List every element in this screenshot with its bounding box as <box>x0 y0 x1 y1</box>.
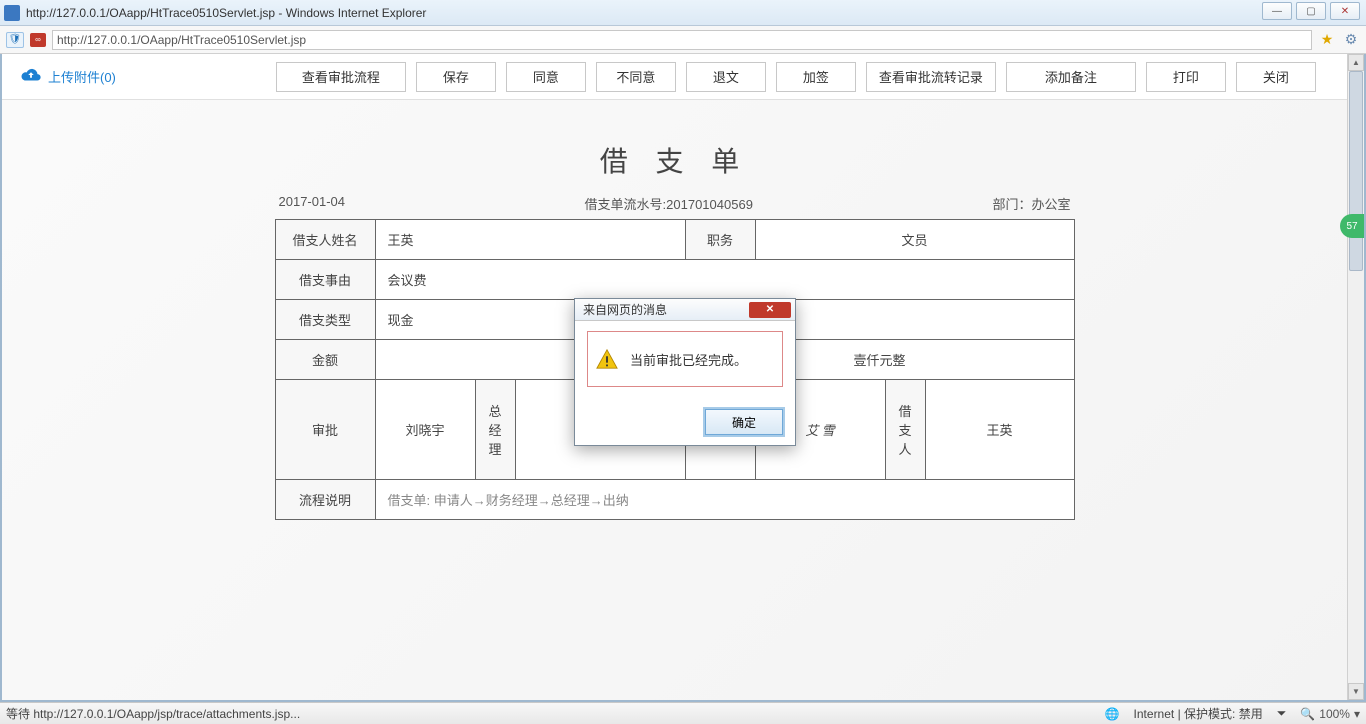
approve-label: 审批 <box>275 380 375 480</box>
reason-label: 借支事由 <box>275 260 375 300</box>
tools-icon[interactable]: ⚙ <box>1342 32 1360 48</box>
add-remark-button[interactable]: 添加备注 <box>1006 62 1136 92</box>
form-meta-row: 2017-01-04 借支单流水号:201701040569 部门：办公室 <box>275 194 1075 213</box>
post-label: 职务 <box>685 220 755 260</box>
name-value: 王英 <box>375 220 685 260</box>
approve-title-1: 总经理 <box>475 380 515 480</box>
cosign-button[interactable]: 加签 <box>776 62 856 92</box>
vertical-scrollbar[interactable]: ▲ ▼ <box>1347 54 1364 700</box>
close-button[interactable]: 关闭 <box>1236 62 1316 92</box>
print-button[interactable]: 打印 <box>1146 62 1226 92</box>
ie-icon <box>4 5 20 21</box>
borrower-value: 王英 <box>925 380 1074 480</box>
flow-label: 流程说明 <box>275 480 375 520</box>
window-titlebar: http://127.0.0.1/OAapp/HtTrace0510Servle… <box>0 0 1366 26</box>
side-notification-badge[interactable]: 57 <box>1340 214 1364 238</box>
disagree-button[interactable]: 不同意 <box>596 62 676 92</box>
form-serial: 借支单流水号:201701040569 <box>345 194 992 213</box>
address-bar: 🛡 ∞ http://127.0.0.1/OAapp/HtTrace0510Se… <box>0 26 1366 54</box>
window-close-button[interactable]: ✕ <box>1330 2 1360 20</box>
amount-label: 金额 <box>275 340 375 380</box>
protected-mode-toggle-icon[interactable]: ⏷ <box>1277 706 1287 721</box>
borrower-label: 借支人 <box>885 380 925 480</box>
alert-message: 当前审批已经完成。 <box>630 350 747 369</box>
window-controls: — ▢ ✕ <box>1262 2 1360 20</box>
save-button[interactable]: 保存 <box>416 62 496 92</box>
cloud-upload-icon <box>20 67 42 86</box>
scroll-track[interactable] <box>1348 71 1364 683</box>
warning-icon <box>596 348 618 370</box>
name-label: 借支人姓名 <box>275 220 375 260</box>
app-header: 上传附件(0) 查看审批流程 保存 同意 不同意 退文 加签 查看审批流转记录 … <box>2 54 1347 100</box>
alert-close-button[interactable]: ✕ <box>749 302 791 318</box>
scroll-up-arrow[interactable]: ▲ <box>1348 54 1364 71</box>
upload-attachment-label: 上传附件(0) <box>48 67 116 86</box>
approve-person-1: 刘晓宇 <box>375 380 475 480</box>
alert-message-box: 当前审批已经完成。 <box>587 331 783 387</box>
alert-dialog: 来自网页的消息 ✕ 当前审批已经完成。 确定 <box>574 298 796 446</box>
zoom-dropdown-icon[interactable]: ▾ <box>1354 707 1360 721</box>
flow-text: 借支单: 申请人→财务经理→总经理→出纳 <box>375 480 1074 520</box>
view-flow-button[interactable]: 查看审批流程 <box>276 62 406 92</box>
form-title: 借 支 单 <box>275 140 1075 180</box>
zoom-icon[interactable]: 🔍 <box>1300 707 1315 721</box>
form-date: 2017-01-04 <box>279 194 346 213</box>
toolbar: 查看审批流程 保存 同意 不同意 退文 加签 查看审批流转记录 添加备注 打印 … <box>276 62 1316 92</box>
security-zone-text: Internet | 保护模式: 禁用 <box>1134 705 1263 722</box>
post-value: 文员 <box>755 220 1074 260</box>
favorites-icon[interactable]: ★ <box>1318 32 1336 48</box>
zoom-level: 100% <box>1319 707 1350 721</box>
url-input[interactable]: http://127.0.0.1/OAapp/HtTrace0510Servle… <box>52 30 1312 50</box>
minimize-button[interactable]: — <box>1262 2 1292 20</box>
status-bar: 等待 http://127.0.0.1/OAapp/jsp/trace/atta… <box>0 702 1366 724</box>
scroll-down-arrow[interactable]: ▼ <box>1348 683 1364 700</box>
form-department: 部门：办公室 <box>992 194 1070 213</box>
agree-button[interactable]: 同意 <box>506 62 586 92</box>
scroll-thumb[interactable] <box>1349 71 1363 271</box>
type-label: 借支类型 <box>275 300 375 340</box>
security-shield-icon[interactable]: 🛡 <box>6 32 24 48</box>
upload-attachment-link[interactable]: 上传附件(0) <box>20 67 116 86</box>
return-button[interactable]: 退文 <box>686 62 766 92</box>
globe-icon: 🌐 <box>1105 707 1120 721</box>
view-flow-record-button[interactable]: 查看审批流转记录 <box>866 62 996 92</box>
site-icon: ∞ <box>30 33 46 47</box>
reason-value: 会议费 <box>375 260 1074 300</box>
window-title: http://127.0.0.1/OAapp/HtTrace0510Servle… <box>26 6 426 20</box>
alert-titlebar: 来自网页的消息 ✕ <box>575 299 795 321</box>
maximize-button[interactable]: ▢ <box>1296 2 1326 20</box>
alert-title: 来自网页的消息 <box>583 301 667 318</box>
alert-ok-button[interactable]: 确定 <box>705 409 783 435</box>
status-text: 等待 http://127.0.0.1/OAapp/jsp/trace/atta… <box>6 705 1105 722</box>
